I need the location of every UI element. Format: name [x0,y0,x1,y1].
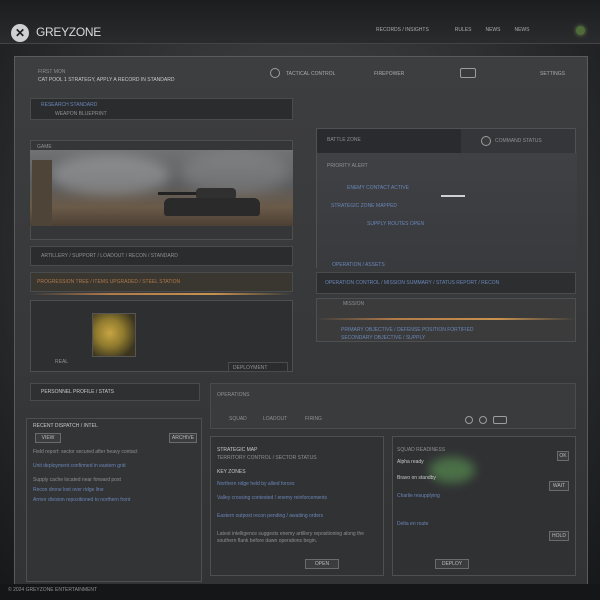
tank-gun-shape [158,192,198,195]
right-sub-line-2: SECONDARY OBJECTIVE / SUPPLY [341,335,426,341]
right-bar: OPERATION CONTROL / MISSION SUMMARY / ST… [316,272,576,294]
left-card-header: RESEARCH STANDARD WEAPON BLUEPRINT [30,98,293,120]
left-bar-2: PROGRESSION TREE / ITEMS UPGRADED / STEE… [30,272,293,292]
xbox-logo-icon[interactable]: ✕ [11,24,29,42]
zone-line-2[interactable]: Valley crossing contested / enemy reinfo… [217,495,327,501]
header-item-firepower[interactable]: FIREPOWER [374,71,404,77]
tank-icon [164,198,260,216]
header-label: FIRST MON [38,69,66,75]
mid-left-title: PERSONNEL PROFILE / STATS [41,389,114,395]
divider [441,195,465,197]
right-line-1: PRIORITY ALERT [327,163,368,169]
dispatch-entry-3[interactable]: Supply cache located near forward post [33,477,121,483]
thumbnail-image[interactable] [92,313,136,357]
filter-icon[interactable] [465,416,473,424]
accent-line-2 [316,318,576,320]
app-title: GREYZONE [36,25,101,39]
view-button[interactable]: VIEW [35,433,61,443]
right-card-header-right: COMMAND STATUS [495,138,542,144]
nav-item-news[interactable]: NEWS [485,27,500,33]
vehicle-icon[interactable] [460,68,476,78]
right-sub-line-1: PRIMARY OBJECTIVE / DEFENSE POSITION FOR… [341,327,474,333]
right-line-2: ENEMY CONTACT ACTIVE [347,185,409,191]
right-card: BATTLE ZONE COMMAND STATUS PRIORITY ALER… [316,128,577,269]
dispatch-entry-1[interactable]: Field report: sector secured after heavy… [33,449,138,455]
zone-line-1[interactable]: Northern ridge held by allied forces [217,481,295,487]
left-card-title-2: WEAPON BLUEPRINT [55,111,107,117]
footer-text: © 2024 GREYZONE ENTERTAINMENT [8,587,98,593]
top-bar: ✕ GREYZONE RECORDS / INSIGHTS RULES NEWS… [0,0,600,44]
right-card-header-text: BATTLE ZONE [327,137,361,143]
command-icon[interactable] [481,136,491,146]
tab-squad[interactable]: SQUAD [229,416,247,422]
dispatch-entry-2[interactable]: Unit deployment confirmed in eastern gri… [33,463,126,469]
right-sub-label: MISSION [343,301,365,307]
target-icon[interactable] [270,68,280,78]
list-view-icon[interactable] [493,416,507,424]
open-button[interactable]: OPEN [305,559,339,569]
status-badge-wait: WAIT [549,481,569,491]
mid-right-title: OPERATIONS [217,392,250,398]
thumb-caption: REAL [55,359,69,365]
tab-firing[interactable]: FIRING [305,416,322,422]
archive-badge[interactable]: ARCHIVE [169,433,197,443]
smoke-shape [50,155,170,195]
hero-image[interactable] [30,150,293,226]
header-row: FIRST MON CAT POOL 1 STRATEGY, APPLY A R… [24,66,584,84]
footer-bar: © 2024 GREYZONE ENTERTAINMENT [0,584,600,600]
bottom-left-title: RECENT DISPATCH / INTEL [33,423,98,429]
thumb-bar-text: DEPLOYMENT [233,365,268,371]
squad-item-2[interactable]: Bravo on standby [397,475,436,481]
squad-item-1[interactable]: Alpha ready [397,459,424,465]
thumb-bar: DEPLOYMENT [228,362,288,372]
status-badge-hold: HOLD [549,531,569,541]
dispatch-entry-4[interactable]: Recon drone lost over ridge line [33,487,104,493]
bottom-mid-section: KEY ZONES [217,469,246,475]
accent-line [30,293,293,295]
right-line-3: STRATEGIC ZONE MAPPED [331,203,398,209]
right-sub-panel: MISSION PRIMARY OBJECTIVE / DEFENSE POSI… [316,298,576,342]
left-caption-bar: ARTILLERY / SUPPORT / LOADOUT / RECON / … [30,246,293,266]
status-badge-ok: OK [557,451,569,461]
squad-item-3[interactable]: Charlie resupplying [397,493,440,499]
header-subtitle: CAT POOL 1 STRATEGY, APPLY A RECORD IN S… [38,77,175,83]
bottom-mid-title: STRATEGIC MAP [217,447,258,453]
right-line-4: SUPPLY ROUTES OPEN [367,221,425,227]
header-item-settings[interactable]: SETTINGS [540,71,565,77]
top-nav: RECORDS / INSIGHTS RULES NEWS NEWS [376,27,529,33]
tab-loadout[interactable]: LOADOUT [263,416,287,422]
bottom-left-panel: RECENT DISPATCH / INTEL VIEW ARCHIVE Fie… [26,418,202,582]
bar2-text: PROGRESSION TREE / ITEMS UPGRADED / STEE… [37,279,181,285]
bottom-mid-note: Latest intelligence suggests enemy artil… [217,531,365,544]
left-card-title-1: RESEARCH STANDARD [41,102,98,108]
squad-item-4[interactable]: Delta en route [397,521,428,527]
right-card-body: PRIORITY ALERT ENEMY CONTACT ACTIVE STRA… [317,153,577,269]
deploy-button[interactable]: DEPLOY [435,559,469,569]
bottom-mid-panel: STRATEGIC MAP TERRITORY CONTROL / SECTOR… [210,436,384,576]
nav-item-rules[interactable]: RULES [455,27,472,33]
bottom-right-panel: SQUAD READINESS Alpha ready Bravo on sta… [392,436,576,576]
mid-right-panel: OPERATIONS SQUAD LOADOUT FIRING [210,383,576,429]
nav-item-records[interactable]: RECORDS / INSIGHTS [376,27,429,33]
right-bar-text: OPERATION CONTROL / MISSION SUMMARY / ST… [325,280,500,286]
right-footer-label: OPERATION / ASSETS [332,262,385,268]
sort-icon[interactable] [479,416,487,424]
header-item-tactical[interactable]: TACTICAL CONTROL [286,71,335,77]
online-status-icon[interactable] [576,26,585,35]
ruin-shape [32,160,52,226]
caption-bar-text: ARTILLERY / SUPPORT / LOADOUT / RECON / … [41,253,178,259]
nav-item-news-2[interactable]: NEWS [514,27,529,33]
right-card-header: BATTLE ZONE [317,129,461,153]
bottom-right-title: SQUAD READINESS [397,447,446,453]
mid-left-bar: PERSONNEL PROFILE / STATS [30,383,200,401]
zone-line-3[interactable]: Eastern outpost recon pending / awaiting… [217,513,323,519]
dispatch-entry-5[interactable]: Armor division repositioned to northern … [33,497,130,503]
bottom-mid-subtitle: TERRITORY CONTROL / SECTOR STATUS [217,455,317,461]
